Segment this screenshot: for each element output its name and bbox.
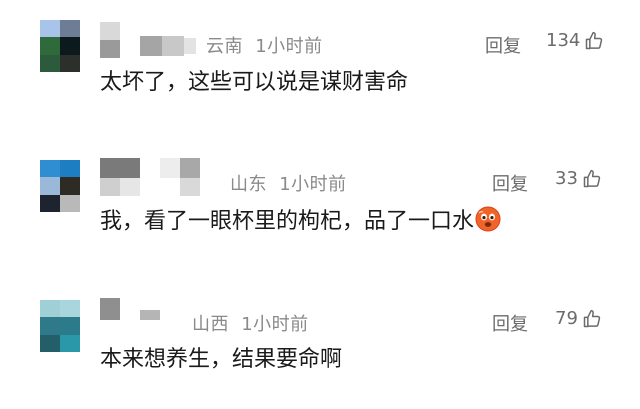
avatar[interactable] xyxy=(40,160,80,212)
like-button[interactable]: 134 xyxy=(546,30,604,51)
comment-meta: 山西 1小时前 xyxy=(192,310,309,336)
like-count: 79 xyxy=(555,308,578,329)
reply-button[interactable]: 回复 xyxy=(492,310,528,336)
comment-item: 山东 1小时前 回复 33 我，看了一眼杯里的枸杞，品了一口水 xyxy=(0,140,640,275)
like-count: 33 xyxy=(555,168,578,189)
like-button[interactable]: 33 xyxy=(555,168,602,189)
comment-time: 1小时前 xyxy=(241,314,309,335)
comment-location: 山东 xyxy=(230,174,267,195)
reply-button[interactable]: 回复 xyxy=(485,32,521,58)
avatar[interactable] xyxy=(40,20,80,72)
heat-face-icon xyxy=(475,206,501,232)
reply-button[interactable]: 回复 xyxy=(492,170,528,196)
comment-text: 我，看了一眼杯里的枸杞，品了一口水 xyxy=(100,209,475,234)
comment-text: 太坏了，这些可以说是谋财害命 xyxy=(100,70,409,95)
thumbs-up-icon xyxy=(584,31,604,51)
comment-item: 山西 1小时前 回复 79 本来想养生，结果要命啊 xyxy=(0,280,640,409)
comment-location: 山西 xyxy=(192,314,229,335)
comment-time: 1小时前 xyxy=(255,36,323,57)
nickname-mosaic[interactable] xyxy=(100,158,200,196)
comment-time: 1小时前 xyxy=(279,174,347,195)
thumbs-up-icon xyxy=(582,169,602,189)
comment-location: 云南 xyxy=(206,36,243,57)
avatar[interactable] xyxy=(40,300,80,352)
like-count: 134 xyxy=(546,30,581,51)
nickname-mosaic[interactable] xyxy=(100,22,200,58)
thumbs-up-icon xyxy=(582,309,602,329)
comment-text-row: 我，看了一眼杯里的枸杞，品了一口水 xyxy=(100,204,501,234)
comment-item: 云南 1小时前 回复 134 太坏了，这些可以说是谋财害命 xyxy=(0,0,640,120)
comment-meta: 山东 1小时前 xyxy=(214,170,347,196)
comment-text: 本来想养生，结果要命啊 xyxy=(100,347,343,372)
nickname-mosaic[interactable] xyxy=(100,298,200,322)
like-button[interactable]: 79 xyxy=(555,308,602,329)
comment-meta: 云南 1小时前 xyxy=(206,32,323,58)
